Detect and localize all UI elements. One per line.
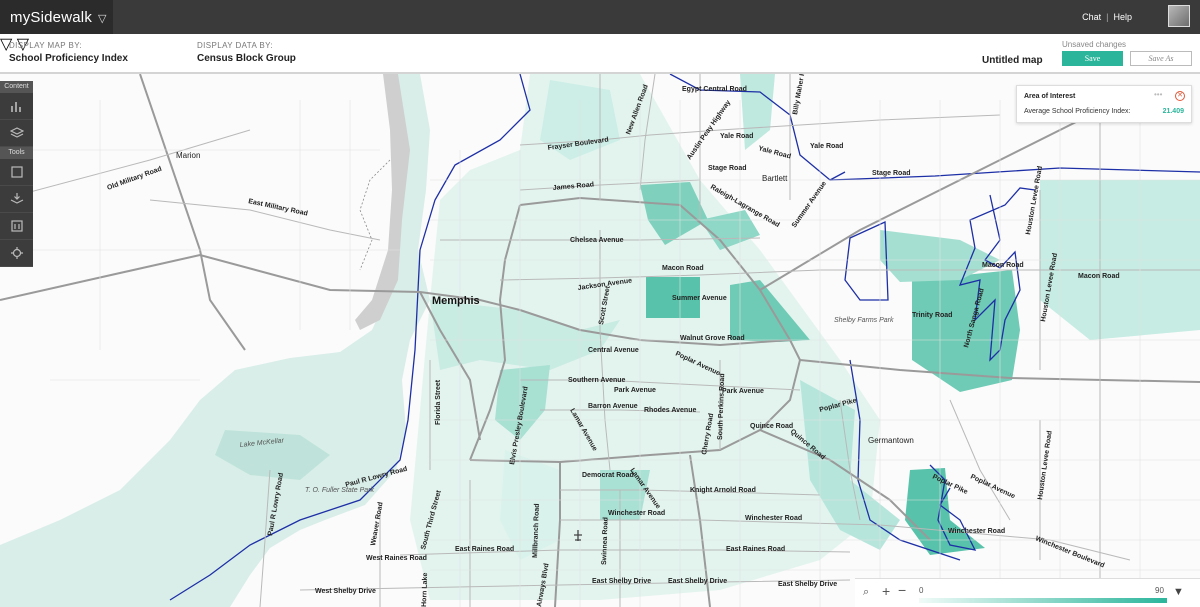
road-label: Stage Road	[872, 170, 911, 177]
road-label: West Shelby Drive	[315, 588, 376, 595]
road-label: Macon Road	[662, 265, 704, 272]
road-label: Yale Road	[720, 133, 753, 140]
help-link[interactable]: Help	[1113, 12, 1132, 22]
map-controls: DISPLAY MAP BY: School Proficiency Index…	[0, 34, 1200, 74]
app-menu[interactable]: mySidewalk ▽	[0, 0, 113, 34]
city-label-marion: Marion	[176, 151, 200, 160]
road-label: Poplar Avenue	[969, 473, 1016, 500]
road-label: East Shelby Drive	[592, 578, 651, 585]
road-label: Walnut Grove Road	[680, 335, 745, 342]
brand-logo: mySidewalk	[10, 9, 93, 26]
layers-icon[interactable]	[0, 120, 33, 147]
display-data-label: DISPLAY DATA BY:	[197, 41, 274, 50]
road-label: Trinity Road	[912, 312, 952, 319]
legend-gradient	[919, 598, 1167, 603]
road-label: Rhodes Avenue	[644, 407, 696, 414]
road-label: Winchester Road	[745, 515, 802, 522]
city-label-bartlett: Bartlett	[762, 174, 788, 183]
search-icon[interactable]: ⌕	[863, 586, 869, 599]
choropleth-areas	[410, 74, 1200, 600]
report-icon[interactable]	[0, 213, 33, 240]
road-label: East Shelby Drive	[778, 581, 837, 588]
zoom-out-button[interactable]: −	[898, 582, 906, 598]
mississippi-river	[0, 74, 430, 607]
road-label: Barron Avenue	[588, 403, 638, 410]
chat-link[interactable]: Chat	[1082, 12, 1101, 22]
park-label-fuller: T. O. Fuller State Park	[305, 487, 374, 494]
city-label-memphis: Memphis	[432, 295, 480, 307]
chevron-down-icon: ▽	[98, 13, 107, 25]
road-label: Summer Avenue	[791, 180, 828, 229]
link-separator: |	[1106, 12, 1109, 22]
area-of-interest-panel: Area of Interest ••• ✕ Average School Pr…	[1016, 85, 1192, 123]
aoi-metric-value: 21.409	[1162, 108, 1184, 115]
close-icon[interactable]: ✕	[1175, 91, 1185, 101]
road-label: Chelsea Avenue	[570, 237, 624, 244]
display-map-selector[interactable]: DISPLAY MAP BY: School Proficiency Index	[9, 41, 128, 64]
road-label: Egypt Central Road	[682, 86, 747, 93]
road-label: Horn Lake	[421, 573, 429, 607]
city-label-germantown: Germantown	[868, 436, 914, 445]
left-toolbar: Content Tools	[0, 81, 33, 267]
save-button[interactable]: Save	[1062, 51, 1123, 66]
map-title[interactable]: Untitled map	[982, 55, 1043, 66]
legend-max: 90	[1155, 586, 1164, 595]
aoi-metric-label: Average School Proficiency Index:	[1024, 108, 1131, 115]
road-label: West Raines Road	[366, 555, 427, 562]
avatar[interactable]	[1168, 5, 1190, 27]
road-label: Stage Road	[708, 165, 747, 172]
content-header: Content	[0, 81, 33, 93]
display-data-value[interactable]: Census Block Group	[197, 53, 296, 64]
road-label: East Raines Road	[726, 546, 785, 553]
zoom-in-button[interactable]: +	[882, 583, 890, 599]
more-icon[interactable]: •••	[1154, 90, 1162, 99]
road-label: Billy Maher Road	[792, 74, 809, 115]
road-label: East Shelby Drive	[668, 578, 727, 585]
road-label: Yale Road	[810, 143, 843, 150]
road-label: Weaver Road	[370, 502, 385, 547]
map-canvas[interactable]: Memphis Germantown Bartlett Marion Lake …	[0, 74, 1200, 607]
road-label: Florida Street	[435, 379, 442, 425]
road-label: Knight Arnold Road	[690, 487, 756, 494]
road-label: Democrat Road	[582, 472, 634, 479]
display-map-label: DISPLAY MAP BY:	[9, 41, 83, 50]
filter-icon[interactable]: ▼	[1173, 586, 1184, 598]
map-layer: Memphis Germantown Bartlett Marion Lake …	[0, 74, 1200, 607]
road-label: East Military Road	[248, 198, 309, 217]
legend-bar: ⌕ + − 0 90 ▼	[855, 578, 1200, 607]
road-label: Central Avenue	[588, 347, 639, 354]
park-label-shelby-farms: Shelby Farms Park	[834, 317, 894, 324]
display-map-value[interactable]: School Proficiency Index	[9, 53, 128, 64]
road-label: Yale Road	[757, 145, 791, 160]
road-label: Summer Avenue	[672, 295, 727, 302]
aoi-title: Area of Interest	[1024, 93, 1076, 100]
top-links: Chat | Help	[1082, 12, 1132, 22]
road-label: Park Avenue	[722, 388, 764, 395]
road-label: Park Avenue	[614, 387, 656, 394]
download-layers-icon[interactable]	[0, 186, 33, 213]
top-bar: mySidewalk ▽ Chat | Help	[0, 0, 1200, 34]
road-label: Winchester Road	[608, 510, 665, 517]
road-label: East Raines Road	[455, 546, 514, 553]
road-label: Winchester Boulevard	[1034, 535, 1105, 569]
road-label: Southern Avenue	[568, 377, 626, 384]
display-data-selector[interactable]: DISPLAY DATA BY: Census Block Group	[197, 41, 296, 64]
save-as-button[interactable]: Save As	[1130, 51, 1192, 66]
select-area-icon[interactable]	[0, 159, 33, 186]
road-label: Quince Road	[750, 423, 793, 430]
tools-header: Tools	[0, 147, 33, 159]
road-label: Macon Road	[982, 262, 1024, 269]
chart-icon[interactable]	[0, 93, 33, 120]
road-label: Winchester Road	[948, 528, 1005, 535]
road-label: Macon Road	[1078, 273, 1120, 280]
gear-icon[interactable]	[0, 240, 33, 267]
legend-min: 0	[919, 586, 924, 595]
unsaved-status: Unsaved changes	[1062, 40, 1127, 49]
rail-lines	[359, 159, 391, 271]
